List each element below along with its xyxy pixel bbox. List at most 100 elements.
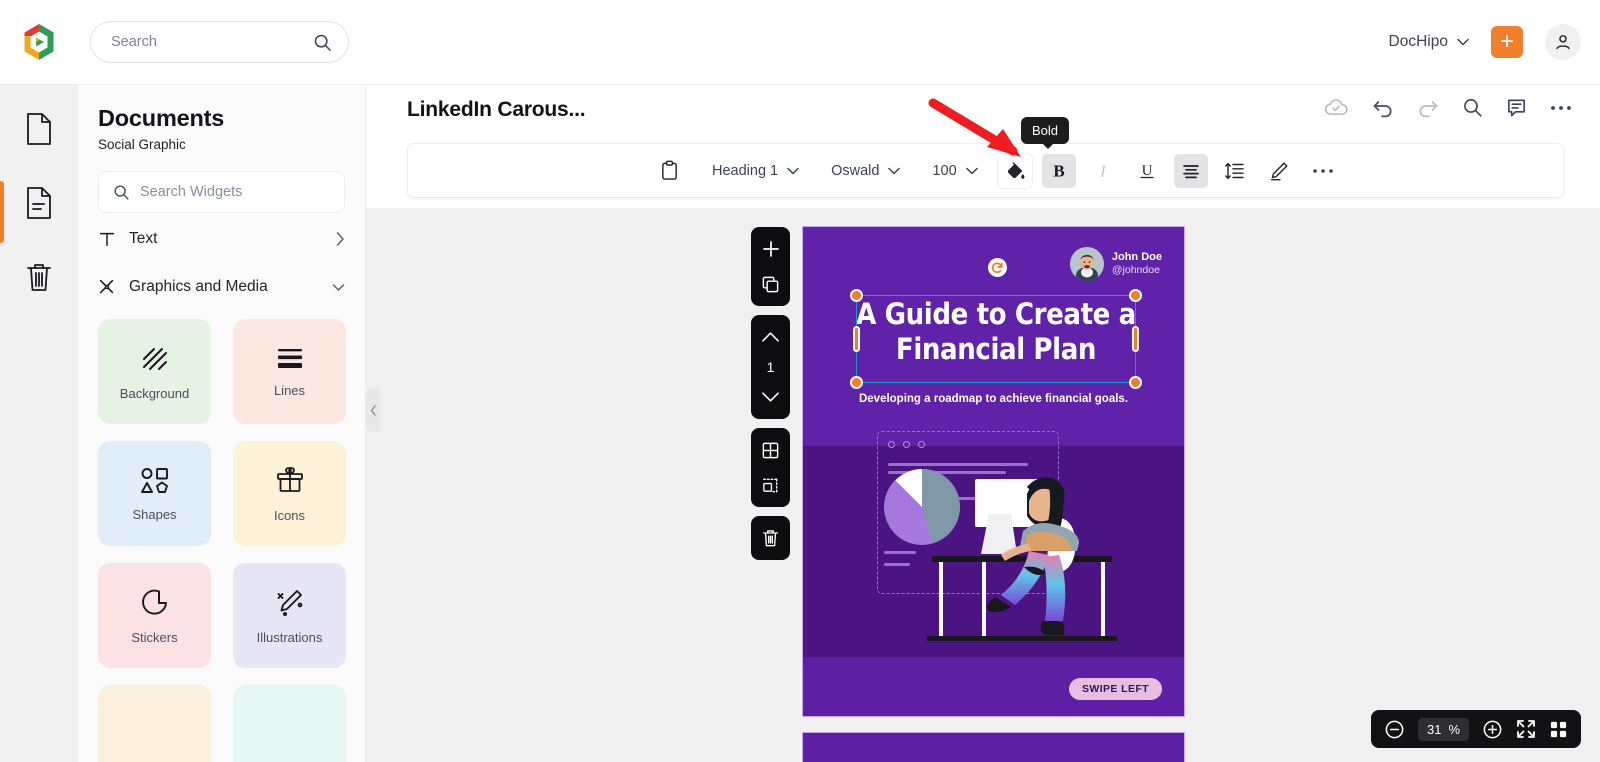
text-style-value: Heading 1 [712,162,779,179]
chevron-left-icon [370,404,377,416]
grid-view-icon[interactable] [1549,720,1568,739]
workspace-selector[interactable]: DocHipo [1389,33,1469,51]
desk-illustration [884,469,1117,641]
user-avatar-icon [1553,32,1573,52]
font-size-select[interactable]: 100 [926,154,983,188]
page-down-button[interactable] [758,384,784,410]
search-input[interactable] [111,34,313,50]
search-widgets-input[interactable] [140,184,330,200]
gift-icon [275,465,305,495]
sidebar-section-text[interactable]: Text [98,217,345,261]
tile-label: Icons [273,507,306,523]
resize-handle-bottom-left[interactable] [850,376,863,389]
rail-item-blank-page[interactable] [0,103,78,155]
underline-button[interactable]: U [1130,154,1164,188]
zoom-bar: 31 % [1370,710,1581,748]
toolbar-more-button[interactable] [1306,154,1340,188]
add-page-button[interactable] [758,236,784,262]
page-up-button[interactable] [758,324,784,350]
selection-box[interactable] [850,289,1142,389]
widget-tile-grid: Background Lines Shapes Icons Stickers I… [98,319,346,762]
avatar [1069,247,1104,281]
swipe-badge: SWIPE LEFT [1069,678,1162,700]
page-tools-group-delete [751,516,790,560]
widget-tile-lines[interactable]: Lines [233,319,346,424]
align-button[interactable] [1173,153,1208,188]
rotate-handle[interactable] [988,258,1007,277]
pen-sparkle-icon [275,587,305,617]
font-family-value: Oswald [831,162,880,179]
slide-subheadline[interactable]: Developing a roadmap to achieve financia… [803,393,1184,405]
select-area-button[interactable] [758,472,784,498]
dochipo-logo[interactable] [19,22,59,62]
canvas-area[interactable]: 1 John Doe @johndoe A Guide to Create a … [366,208,1600,762]
create-new-button[interactable]: + [1491,26,1523,58]
widget-tile-background[interactable]: Background [98,319,211,424]
cloud-saved-icon[interactable] [1324,98,1349,117]
font-size-value: 100 [932,162,957,179]
page-number: 1 [766,359,775,375]
topbar-right: DocHipo + [1389,24,1600,60]
zoom-in-icon[interactable] [1482,719,1503,740]
chevron-right-icon [336,232,345,246]
bold-button[interactable]: B [1041,153,1076,188]
resize-handle-bottom-right[interactable] [1129,376,1142,389]
chevron-down-icon [1457,38,1469,46]
resize-handle-top-left[interactable] [850,289,863,302]
comment-icon[interactable] [1506,97,1527,118]
find-search-icon[interactable] [1462,97,1483,118]
tile-label: Background [119,385,190,401]
svg-text:I: I [1099,161,1107,180]
fullscreen-icon[interactable] [1516,719,1536,739]
widget-tile-icons[interactable]: Icons [233,441,346,546]
zoom-unit: % [1448,721,1460,737]
font-family-select[interactable]: Oswald [825,154,906,188]
global-search[interactable] [90,21,349,63]
sidebar-section-graphics-and-media[interactable]: Graphics and Media [98,265,345,309]
redo-icon[interactable] [1417,98,1439,118]
search-icon [113,184,130,201]
graphics-media-icon [98,278,116,296]
sidebar-collapse-handle[interactable] [366,388,380,432]
user-account-button[interactable] [1545,24,1581,60]
widget-tile-stickers[interactable]: Stickers [98,563,211,668]
rail-item-documents[interactable] [0,177,78,243]
author-text: John Doe @johndoe [1112,251,1162,278]
italic-button[interactable]: I [1086,154,1120,188]
line-height-button[interactable] [1218,154,1252,188]
highlighter-button[interactable] [1262,154,1296,188]
chevron-down-icon [787,167,799,175]
author-handle: @johndoe [1111,264,1160,277]
grid-layout-button[interactable] [758,437,784,463]
tile-label: Stickers [131,629,178,645]
zoom-out-icon[interactable] [1384,719,1405,740]
resize-handle-top-right[interactable] [1129,289,1142,302]
canvas-page-2[interactable] [802,732,1185,762]
widget-tile-shapes[interactable]: Shapes [98,441,211,546]
widget-tile-illustrations[interactable]: Illustrations [233,563,346,668]
widget-tile-partial-right[interactable] [233,685,346,762]
resize-handle-middle-right[interactable] [1132,326,1139,352]
undo-icon[interactable] [1372,98,1394,118]
rail-item-trash[interactable] [0,251,78,303]
clipboard-button[interactable] [652,154,686,188]
author-name: John Doe [1111,250,1162,263]
canvas-page-1[interactable]: John Doe @johndoe A Guide to Create a Fi… [802,226,1185,717]
widget-search[interactable] [98,171,345,213]
delete-page-button[interactable] [758,525,784,551]
resize-handle-middle-left[interactable] [853,326,860,352]
fill-color-button[interactable] [997,153,1032,188]
text-style-select[interactable]: Heading 1 [706,154,805,188]
page-tools: 1 [751,227,790,560]
duplicate-page-button[interactable] [758,271,784,297]
format-toolbar-inner: Heading 1 Oswald 100 B I U [652,153,1340,188]
zoom-level[interactable]: 31 % [1417,717,1469,741]
page-tools-group-layout [751,428,790,507]
sticker-icon [140,587,170,617]
document-title[interactable]: LinkedIn Carous... [407,98,586,122]
more-options-icon[interactable] [1550,104,1572,112]
app-root: DocHipo + [0,0,1600,762]
page-subtitle: Social Graphic [98,137,186,152]
widget-tile-partial-left[interactable] [98,685,211,762]
search-icon [313,33,332,52]
